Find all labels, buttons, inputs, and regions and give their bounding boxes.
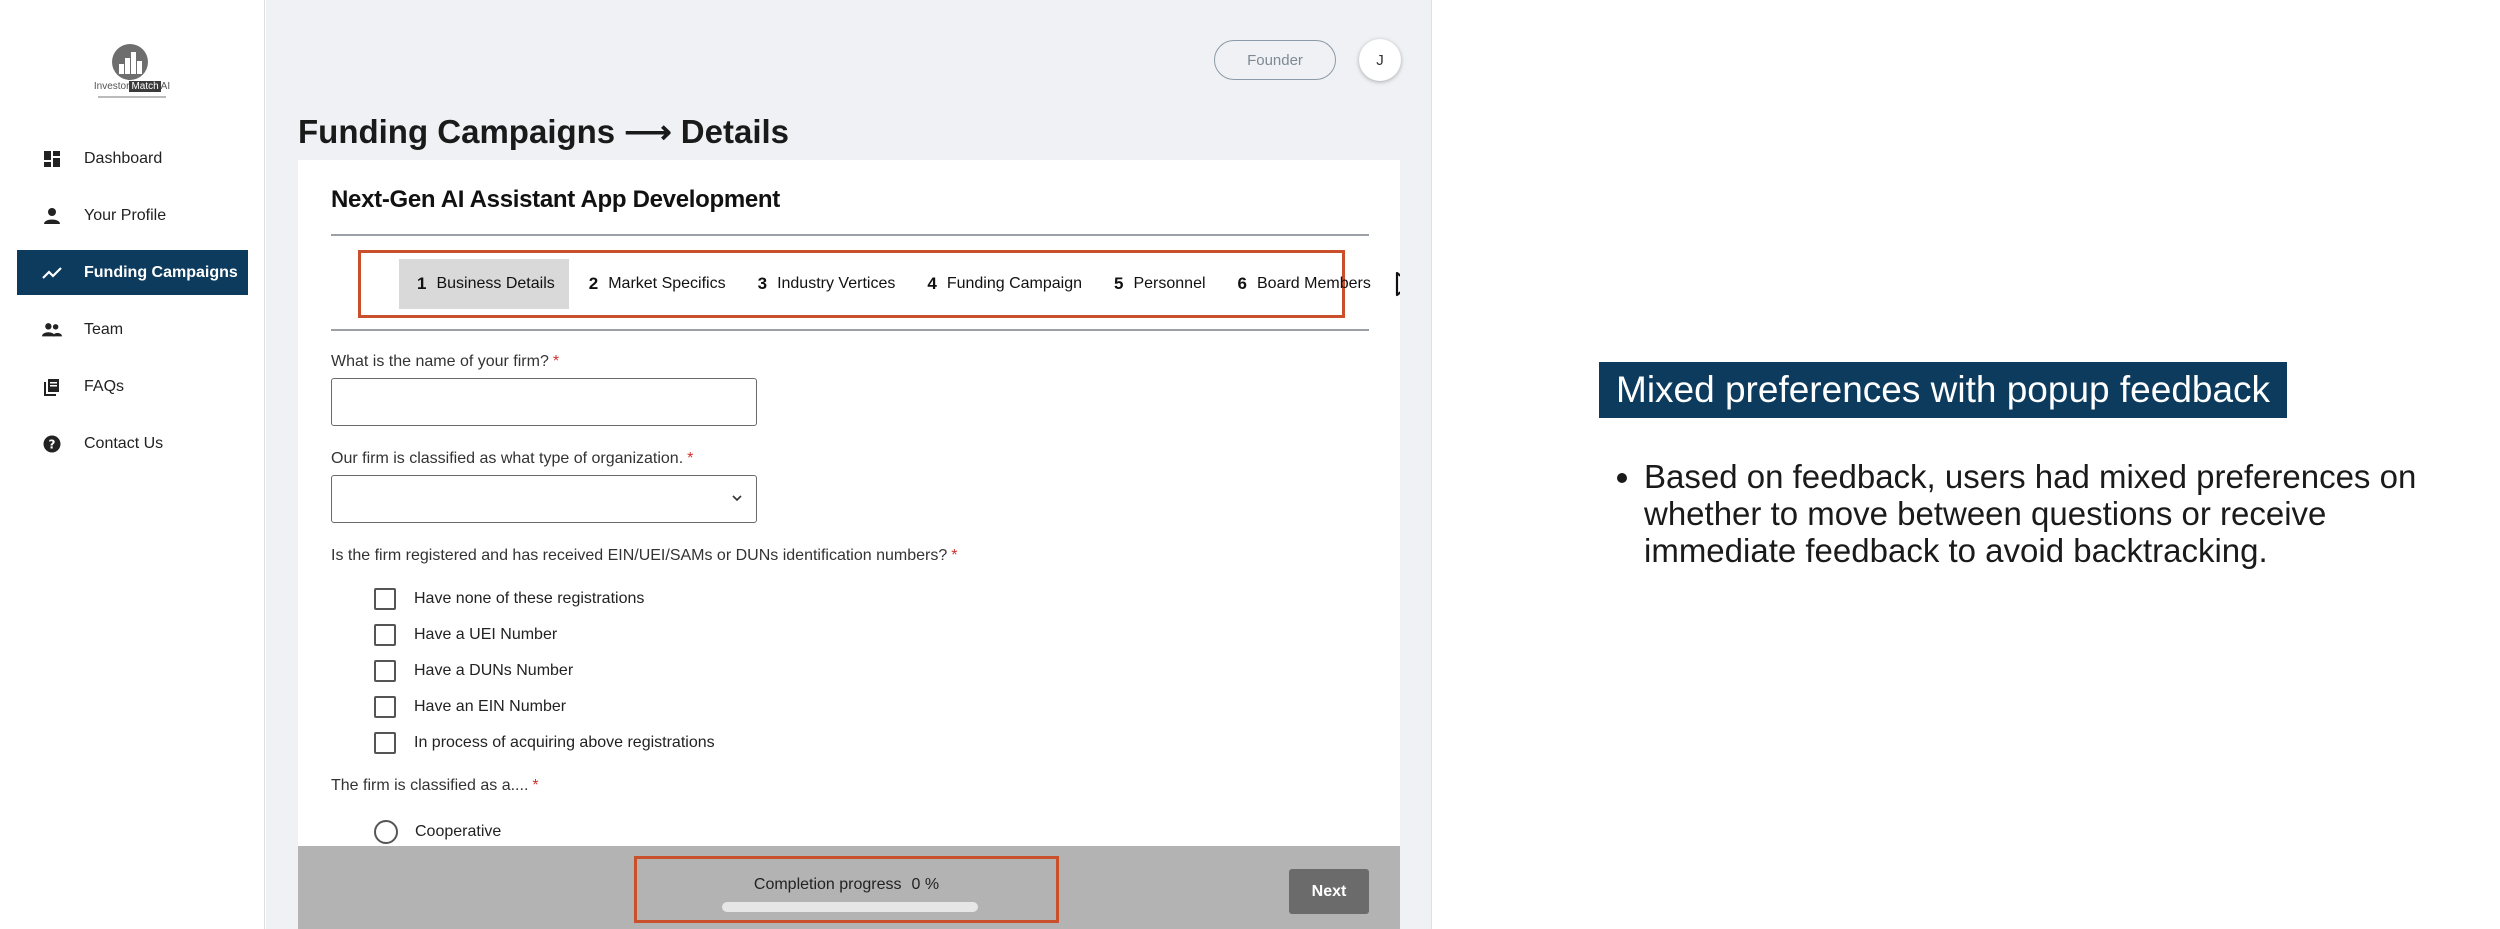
sidebar-item-label: Your Profile	[84, 206, 167, 224]
avatar[interactable]: J	[1359, 39, 1401, 81]
people-icon	[42, 320, 62, 340]
sidebar-item-label: Funding Campaigns	[84, 263, 238, 281]
next-button[interactable]: Next	[1289, 869, 1369, 914]
checkbox[interactable]	[374, 588, 396, 610]
slide-bullets: Based on feedback, users had mixed prefe…	[1617, 458, 2434, 569]
step-business-details[interactable]: 1 Business Details	[399, 259, 569, 309]
org-type-select[interactable]	[331, 475, 757, 523]
firm-name-input[interactable]	[331, 378, 757, 426]
checkbox[interactable]	[374, 624, 396, 646]
grid-icon	[42, 149, 62, 169]
registration-label: Is the firm registered and has received …	[331, 547, 958, 564]
registration-option[interactable]: Have a DUNs Number	[374, 659, 573, 683]
slide-title: Mixed preferences with popup feedback	[1599, 362, 2288, 418]
sidebar-item-contact-us[interactable]: ? Contact Us	[17, 421, 248, 466]
sidebar-item-label: Team	[84, 320, 124, 338]
registration-option[interactable]: Have a UEI Number	[374, 623, 557, 647]
sidebar: InvestorMatchAI Dashboard Your Profile	[0, 0, 265, 929]
registration-option[interactable]: Have none of these registrations	[374, 587, 644, 611]
page-title: Funding Campaigns ⟶ Details	[298, 113, 790, 150]
sidebar-item-team[interactable]: Team	[17, 307, 248, 352]
progress-label: Completion progress	[753, 876, 902, 893]
sidebar-item-your-profile[interactable]: Your Profile	[17, 193, 248, 238]
step-funding-campaign[interactable]: 4 Funding Campaign	[909, 259, 1096, 309]
help-icon: ?	[42, 434, 62, 454]
step-personnel[interactable]: 5 Personnel	[1096, 259, 1220, 309]
logo-tagline	[98, 96, 166, 98]
sidebar-item-dashboard[interactable]: Dashboard	[17, 136, 248, 181]
firm-name-label: What is the name of your firm? *	[331, 353, 560, 370]
sidebar-item-label: FAQs	[84, 377, 125, 395]
next-step-arrow-icon[interactable]	[1395, 269, 1400, 299]
person-icon	[42, 206, 62, 226]
form-footer: Completion progress 0 % Next	[298, 846, 1400, 929]
svg-text:?: ?	[49, 437, 56, 451]
registration-option[interactable]: In process of acquiring above registrati…	[374, 731, 715, 755]
step-navigator: 1 Business Details 2 Market Specifics 3 Ind…	[358, 250, 1400, 318]
main-content: Founder J Funding Campaigns ⟶ Details Ne…	[266, 0, 1432, 929]
sidebar-nav: Dashboard Your Profile Funding Campaigns…	[17, 136, 248, 478]
founder-button[interactable]: Founder	[1214, 40, 1336, 80]
campaign-card: Next-Gen AI Assistant App Development 1B…	[298, 160, 1400, 929]
chevron-down-icon	[730, 491, 744, 510]
checkbox[interactable]	[374, 660, 396, 682]
classification-option[interactable]: Cooperative	[374, 820, 501, 844]
step-board-members[interactable]: 6 Board Members	[1220, 259, 1385, 309]
sidebar-item-label: Dashboard	[84, 149, 163, 167]
radio-button[interactable]	[374, 820, 398, 844]
app-root: InvestorMatchAI Dashboard Your Profile	[0, 0, 2500, 929]
step-market-specifics[interactable]: 2 Market Specifics	[569, 259, 740, 309]
trending-icon	[42, 263, 62, 283]
registration-option[interactable]: Have an EIN Number	[374, 695, 566, 719]
slide-bullet: Based on feedback, users had mixed prefe…	[1617, 458, 2434, 569]
completion-progress: Completion progress 0 %	[634, 856, 1059, 923]
book-icon	[42, 377, 62, 397]
org-type-label: Our firm is classified as what type of o…	[331, 450, 694, 467]
divider	[331, 329, 1369, 331]
divider	[331, 234, 1369, 236]
slide-panel: Mixed preferences with popup feedback Ba…	[1433, 0, 2500, 929]
checkbox[interactable]	[374, 732, 396, 754]
progress-bar	[722, 902, 978, 912]
sidebar-item-funding-campaigns[interactable]: Funding Campaigns	[17, 250, 248, 295]
logo[interactable]: Investor Match AI	[88, 44, 176, 100]
campaign-title: Next-Gen AI Assistant App Development	[331, 186, 780, 213]
sidebar-item-label: Contact Us	[84, 434, 164, 452]
logo-emblem	[112, 44, 148, 80]
checkbox[interactable]	[374, 696, 396, 718]
progress-value: 0 %	[911, 876, 940, 893]
logo-text: Investor Match AI	[93, 81, 171, 92]
step-industry-vertices[interactable]: 3 Industry Vertices	[740, 259, 910, 309]
sidebar-item-faqs[interactable]: FAQs	[17, 364, 248, 409]
firm-classification-label: The firm is classified as a.... *	[331, 777, 539, 794]
